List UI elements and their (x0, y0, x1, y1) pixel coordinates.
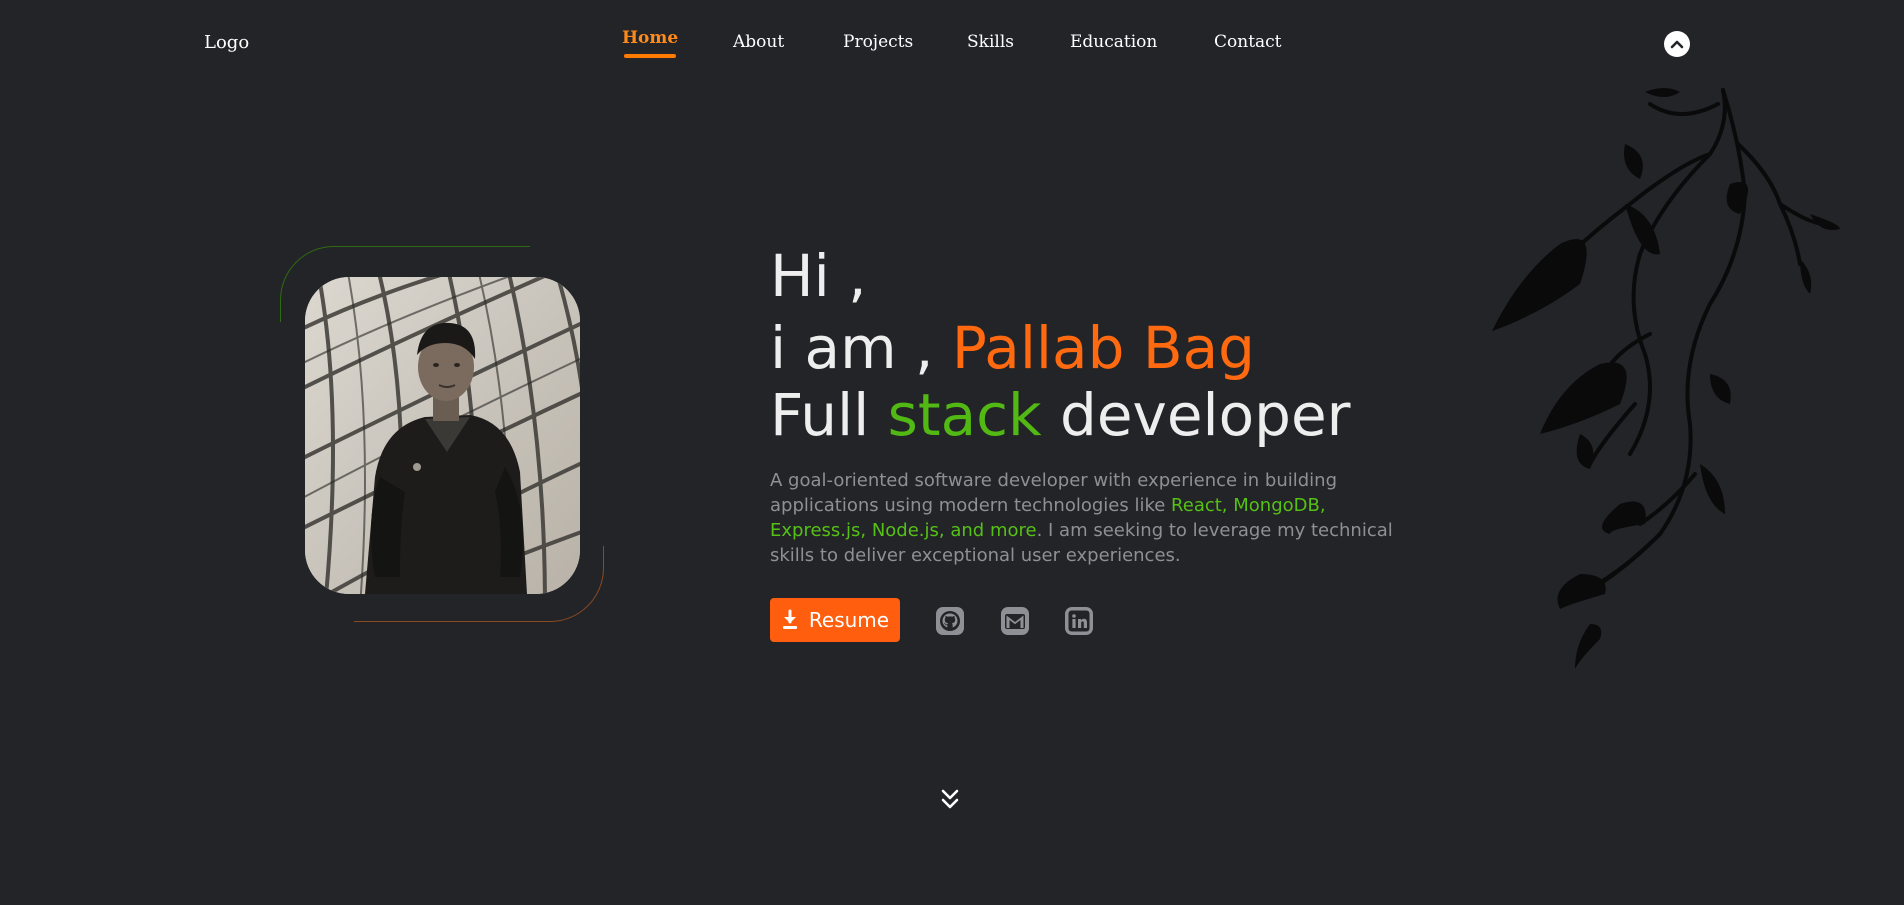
intro-line: i am , Pallab Bag (770, 312, 1351, 384)
download-icon (782, 609, 797, 629)
nav-item-home[interactable]: Home (622, 28, 679, 58)
scroll-top-button[interactable] (1664, 31, 1690, 57)
chevron-up-icon (1670, 40, 1684, 49)
nav-item-skills[interactable]: Skills (967, 32, 1014, 52)
profile-photo-illustration (305, 277, 580, 594)
active-indicator (624, 54, 677, 58)
decorative-vine-illustration (1492, 88, 1840, 669)
nav-item-education[interactable]: Education (1070, 32, 1157, 52)
resume-download-button[interactable]: Resume (770, 598, 900, 642)
nav-item-label: Home (622, 28, 679, 48)
hero-heading: Hi , i am , Pallab Bag Full stack develo… (770, 240, 1351, 446)
resume-label: Resume (808, 608, 890, 632)
logo-link[interactable]: Logo (204, 32, 249, 53)
profile-photo (305, 277, 580, 594)
greeting-text: Hi , (770, 242, 867, 310)
nav-item-about[interactable]: About (733, 32, 784, 52)
gmail-link[interactable] (1000, 606, 1030, 636)
role-word-2: stack (887, 381, 1042, 449)
linkedin-link[interactable] (1064, 606, 1094, 636)
portfolio-page: Logo Home About Projects Skills Educatio… (0, 0, 1904, 905)
linkedin-icon (1065, 607, 1093, 635)
name-text: Pallab Bag (951, 314, 1255, 382)
double-chevron-down-icon[interactable] (938, 786, 962, 816)
role-word-3: developer (1060, 381, 1351, 449)
role-line: Full stack developer (770, 384, 1351, 446)
nav-item-contact[interactable]: Contact (1214, 32, 1282, 52)
hero-description: A goal-oriented software developer with … (770, 468, 1420, 568)
nav-item-projects[interactable]: Projects (843, 32, 913, 52)
github-icon (936, 607, 964, 635)
gmail-icon (1001, 607, 1029, 635)
role-word-1: Full (770, 381, 870, 449)
github-link[interactable] (935, 606, 965, 636)
intro-prefix: i am , (770, 314, 934, 382)
